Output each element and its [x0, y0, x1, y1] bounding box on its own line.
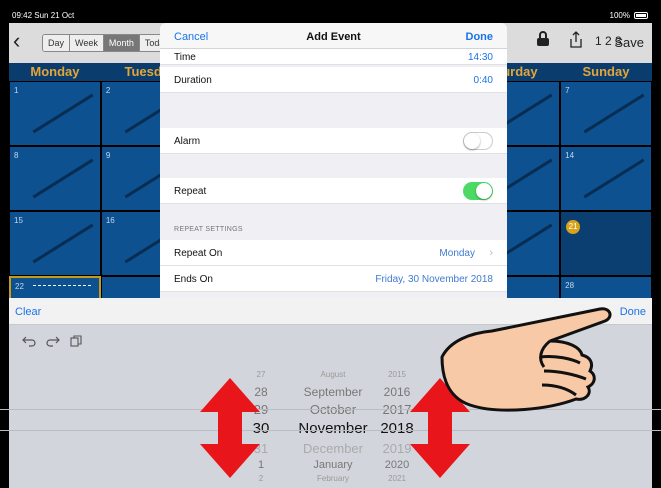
add-event-modal: Cancel Add Event Done Time 14:30 Duratio… [160, 23, 507, 298]
copy-icon[interactable] [70, 335, 82, 350]
day-number: 28 [565, 281, 575, 290]
time-label: Time [174, 52, 196, 63]
day-number: 15 [14, 216, 23, 225]
status-bar: 09:42 Sun 21 Oct 100% [9, 9, 652, 23]
weekday-sunday: Sunday [582, 64, 630, 79]
day-cell[interactable]: 8 [9, 146, 101, 211]
day-cell[interactable]: 15 [9, 211, 101, 276]
day-number: 22 [15, 282, 24, 291]
weekday-monday: Monday [30, 64, 80, 79]
repeat-settings-header: REPEAT SETTINGS [174, 226, 243, 233]
view-month[interactable]: Month [103, 35, 140, 51]
chevron-right-icon: › [489, 247, 493, 259]
day-number: 9 [105, 151, 111, 160]
back-chevron-icon[interactable]: ‹ [13, 30, 33, 53]
duration-value: 0:40 [473, 75, 493, 86]
wheel-item: December [303, 441, 363, 456]
day-cell[interactable]: 7 [560, 81, 652, 146]
day-number: 14 [565, 151, 575, 160]
pointing-hand-icon [440, 307, 612, 412]
day-cell[interactable]: 14 [560, 146, 652, 211]
today-number-badge: 21 [566, 220, 581, 234]
edit-icons [22, 335, 82, 350]
today-cell[interactable]: 21 [560, 211, 652, 276]
day-number: 8 [14, 151, 19, 160]
wheel-item: September [303, 385, 363, 399]
alarm-label: Alarm [174, 136, 201, 147]
battery-level: 100% [609, 11, 630, 20]
alarm-toggle[interactable] [463, 132, 493, 150]
ends-on-value: Friday, 30 November 2018 [375, 274, 493, 285]
wheel-selected-month: November [298, 420, 368, 437]
modal-title: Add Event [306, 31, 361, 43]
duration-row[interactable]: Duration 0:40 [160, 67, 507, 93]
day-number: 7 [565, 86, 570, 95]
battery-icon [634, 12, 648, 19]
view-week[interactable]: Week [70, 35, 104, 51]
month-wheel[interactable]: August September October November Decemb… [287, 358, 379, 488]
ends-on-label: Ends On [174, 274, 213, 285]
day-cell[interactable]: 1 [9, 81, 101, 146]
undo-icon[interactable] [22, 335, 36, 350]
repeat-toggle[interactable] [463, 182, 493, 200]
picker-done-button[interactable]: Done [620, 306, 646, 318]
wheel-item: October [309, 402, 357, 417]
day-number: 16 [105, 216, 115, 225]
wheel-item: February [316, 474, 349, 483]
status-time: 09:42 Sun 21 Oct [12, 11, 75, 20]
ipad-screen: 09:42 Sun 21 Oct 100% ‹ Day Week Month T… [9, 9, 652, 488]
modal-done-button[interactable]: Done [466, 31, 494, 43]
picker-clear-button[interactable]: Clear [15, 306, 41, 318]
scroll-arrow-left-icon [200, 378, 260, 478]
day-number: 1 [14, 86, 19, 95]
view-segmented-control: Day Week Month Toda [42, 34, 171, 52]
view-day[interactable]: Day [43, 35, 71, 51]
repeat-on-value: Monday [439, 248, 475, 259]
repeat-on-row[interactable]: Repeat On Monday › [160, 240, 507, 266]
share-icon[interactable] [569, 31, 583, 54]
time-value: 14:30 [467, 52, 493, 63]
wheel-item: August [320, 370, 346, 379]
repeat-on-label: Repeat On [174, 248, 223, 259]
repeat-row: Repeat [160, 178, 507, 204]
repeat-label: Repeat [174, 186, 207, 197]
lock-icon[interactable] [536, 31, 550, 52]
wheel-item: January [313, 459, 353, 471]
day-number: 2 [105, 86, 111, 95]
ends-on-row[interactable]: Ends On Friday, 30 November 2018 [160, 266, 507, 292]
save-button[interactable]: Save [614, 35, 644, 50]
duration-label: Duration [174, 75, 212, 86]
redo-icon[interactable] [46, 335, 60, 350]
alarm-row: Alarm [160, 128, 507, 154]
modal-header: Cancel Add Event Done [160, 23, 507, 49]
